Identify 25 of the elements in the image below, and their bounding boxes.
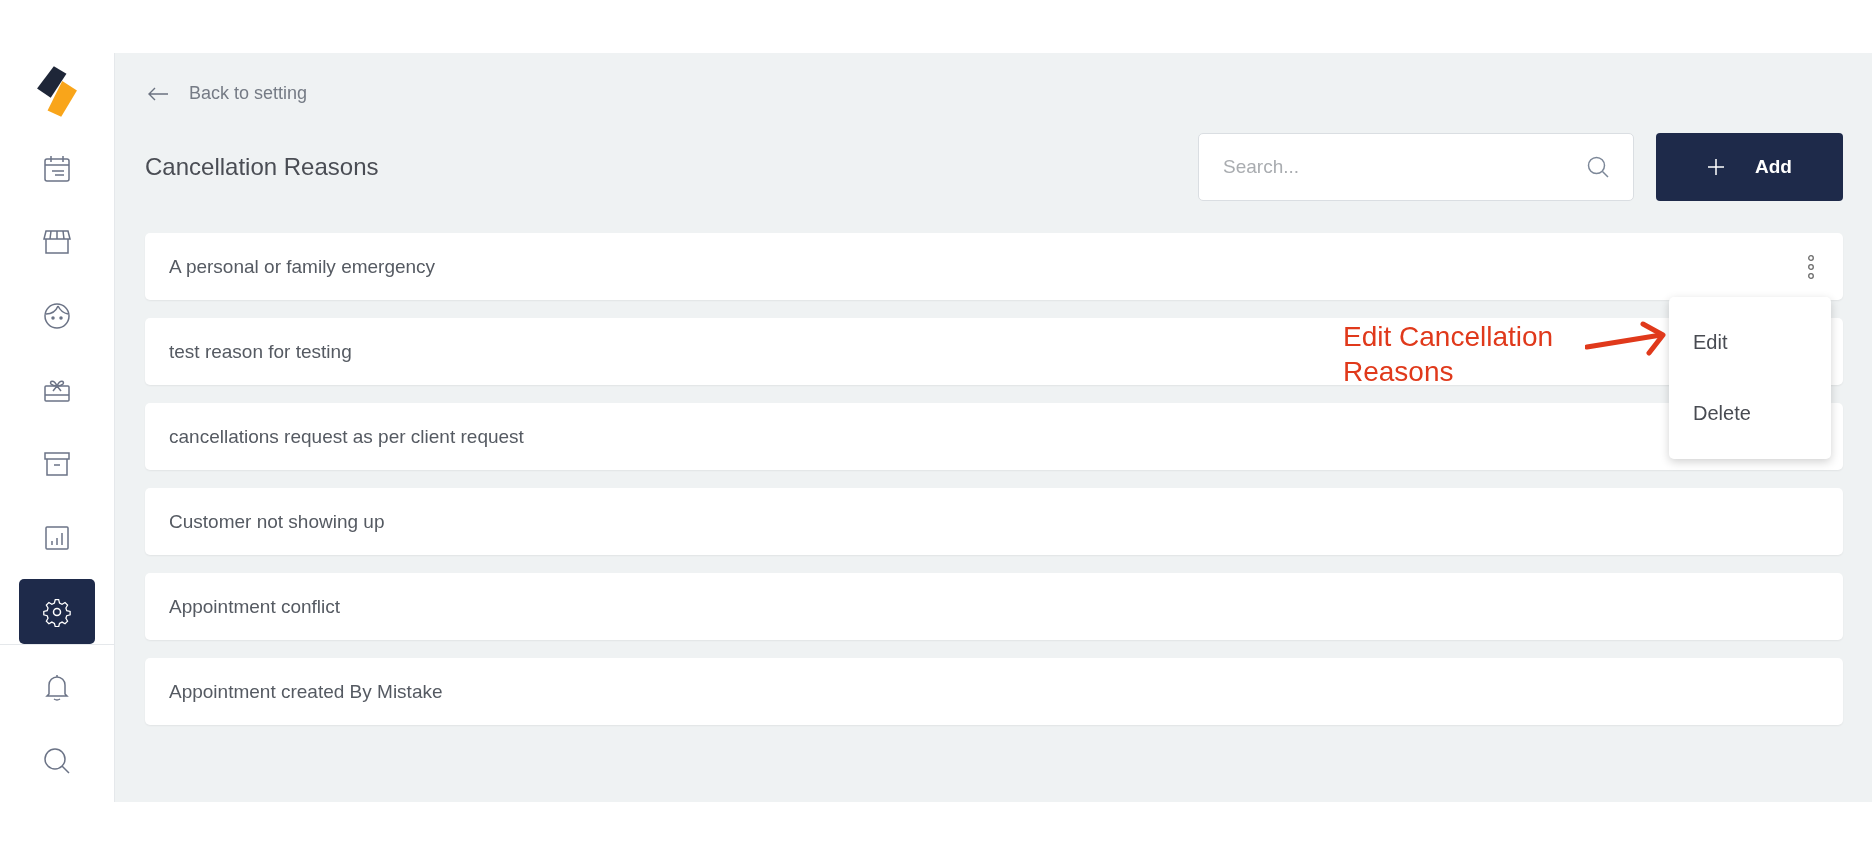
plus-icon — [1707, 158, 1726, 176]
reason-text: cancellations request as per client request — [169, 425, 524, 448]
search-field[interactable]: Search... — [1198, 133, 1634, 201]
face-icon — [42, 301, 72, 332]
add-button[interactable]: Add — [1656, 133, 1843, 201]
reason-text: Appointment conflict — [169, 595, 341, 618]
page-title: Cancellation Reasons — [145, 153, 380, 181]
reason-text: A personal or family emergency — [169, 255, 436, 278]
reason-row[interactable]: Appointment conflict — [145, 573, 1843, 640]
reason-text: Customer not showing up — [169, 510, 385, 533]
search-icon — [1586, 155, 1610, 179]
back-arrow-icon — [147, 86, 169, 101]
settings-icon — [42, 596, 72, 627]
back-link-text[interactable]: Back to setting — [189, 83, 308, 104]
reason-text: Appointment created By Mistake — [169, 680, 443, 703]
reason-row[interactable]: Customer not showing up — [145, 488, 1843, 555]
more-options-icon[interactable] — [1807, 253, 1815, 280]
logo-icon — [36, 65, 78, 119]
calendar-icon — [42, 153, 72, 184]
archive-icon — [42, 449, 72, 479]
reason-text: test reason for testing — [169, 340, 352, 363]
back-link[interactable]: Back to setting — [145, 83, 1843, 104]
reason-row[interactable]: Appointment created By Mistake — [145, 658, 1843, 725]
search-icon — [42, 745, 72, 776]
settings-nav-item[interactable] — [19, 579, 95, 645]
